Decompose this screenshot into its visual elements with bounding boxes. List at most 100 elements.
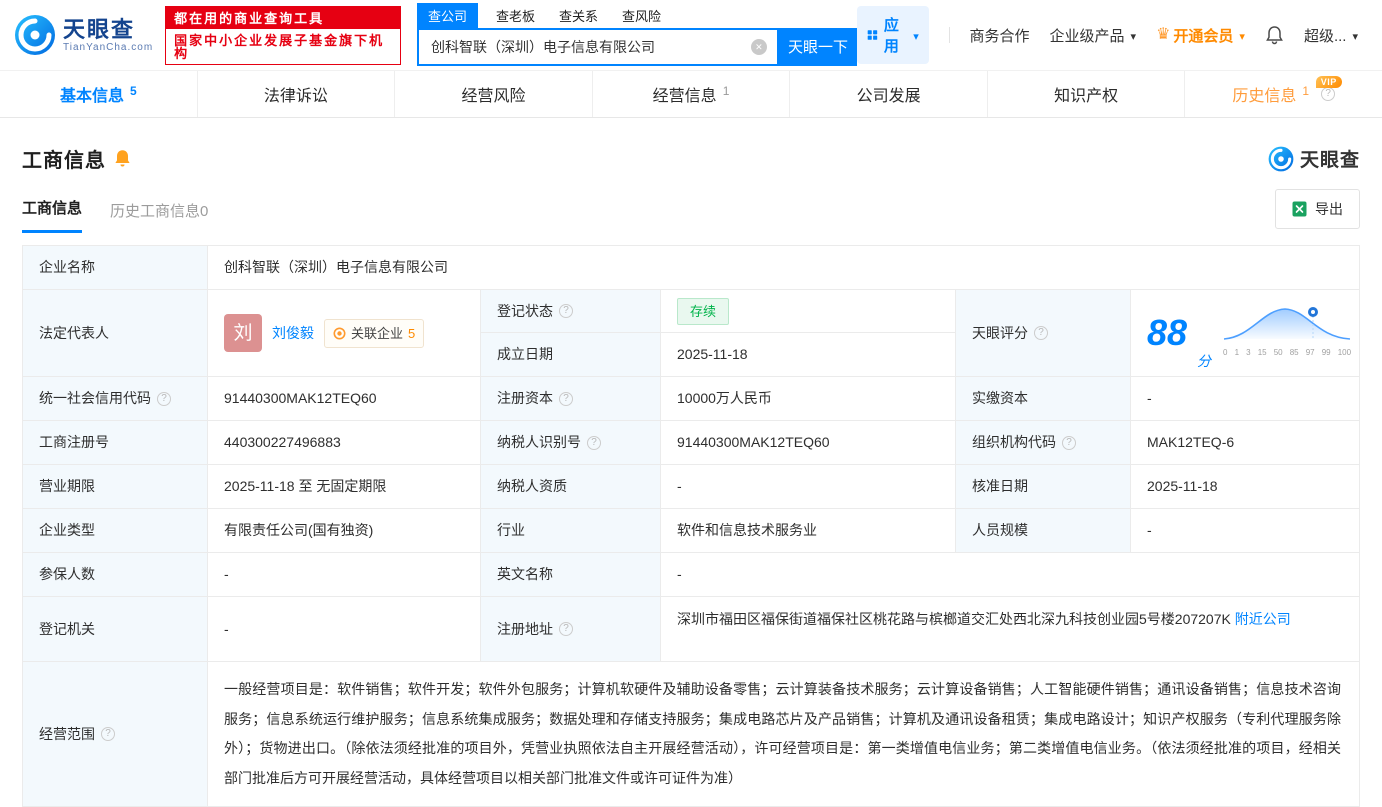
search-tab-relation[interactable]: 查关系 [559,6,598,25]
tab-count: 5 [129,83,137,98]
english-name-value: - [677,566,682,582]
legal-rep-link[interactable]: 刘俊毅 [272,323,314,344]
help-icon[interactable] [587,435,601,450]
tab-count: 1 [722,83,730,98]
business-term-value: 2025-11-18 至 无固定期限 [208,465,481,508]
field-label: 法定代表人 [23,290,208,376]
field-label: 纳税人识别号 [481,421,661,464]
subtab-business-info[interactable]: 工商信息 [22,197,83,233]
company-name-value: 创科智联（深圳）电子信息有限公司 [224,259,448,275]
field-label: 登记状态 [481,290,661,333]
brand-domain: TianYanCha.com [63,41,154,53]
field-label: 企业类型 [23,509,208,552]
taxpayer-id-value: 91440300MAK12TEQ60 [661,421,956,464]
score-curve-icon [1223,307,1351,340]
avatar[interactable]: 刘 [224,314,262,352]
table-row: 登记机关 - 注册地址 深圳市福田区福保街道福保社区桃花路与槟榔道交汇处西北深九… [23,597,1359,662]
axis-tick: 0 [1223,348,1228,357]
tab-company-development[interactable]: 公司发展 [790,71,988,117]
menu-super-label: 超级... [1303,27,1347,45]
help-icon[interactable] [1321,87,1336,101]
chevron-down-icon [1352,27,1358,44]
help-icon[interactable] [1062,435,1076,450]
tab-label: 经营信息 [652,88,717,105]
field-label: 英文名称 [481,553,661,596]
axis-tick: 3 [1246,348,1251,357]
reg-address-label: 注册地址 [497,620,553,637]
search-button[interactable]: 天眼一下 [778,27,857,66]
clear-icon[interactable] [750,38,767,55]
menu-cooperation[interactable]: 商务合作 [970,25,1030,46]
section-title: 工商信息 [22,150,106,172]
related-icon [333,327,346,339]
search-box [416,27,779,66]
menu-super-vip[interactable]: 超级... [1304,25,1358,46]
grid-icon [867,30,878,40]
tab-legal-litigation[interactable]: 法律诉讼 [198,71,396,117]
axis-tick: 1 [1234,348,1240,357]
score-chart: 0 1 3 15 50 85 97 99 100 [1221,303,1353,363]
axis-tick: 15 [1257,348,1267,357]
top-menu: 应用 商务合作 企业级产品 开通会员 超级... [856,6,1358,64]
axis-tick: 97 [1305,348,1315,357]
excel-icon [1292,201,1307,217]
tianyancha-logo[interactable]: 天眼查 TianYanCha.com [14,14,153,56]
tab-operation-info[interactable]: 经营信息 1 [593,71,791,117]
credit-code-value: 91440300MAK12TEQ60 [208,377,481,420]
nearby-companies-link[interactable]: 附近公司 [1235,611,1291,627]
tab-label: 历史信息 [1232,88,1297,105]
crown-icon [1156,27,1170,43]
tab-history-info[interactable]: VIP 历史信息 1 [1185,71,1382,117]
field-label: 注册地址 [481,597,661,661]
company-nav-tabs: 基本信息 5 法律诉讼 经营风险 经营信息 1 公司发展 知识产权 VIP 历史… [0,70,1382,118]
table-row: 统一社会信用代码 91440300MAK12TEQ60 注册资本 10000万人… [23,377,1359,421]
company-type-value: 有限责任公司(国有独资) [208,509,481,552]
reg-status-cell: 存续 [661,290,956,333]
field-label: 登记机关 [23,597,208,661]
search-tab-boss[interactable]: 查老板 [496,6,535,25]
tab-label: 经营风险 [461,88,526,105]
apps-menu[interactable]: 应用 [856,6,929,64]
org-code-value: MAK12TEQ-6 [1147,434,1235,450]
related-companies-badge[interactable]: 关联企业 5 [324,318,425,348]
menu-open-vip[interactable]: 开通会员 [1156,25,1245,46]
related-label: 关联企业 [351,325,404,341]
menu-enterprise-label: 企业级产品 [1049,27,1125,45]
help-icon[interactable] [559,391,573,406]
field-label: 工商注册号 [23,421,208,464]
help-icon[interactable] [559,622,573,636]
help-icon[interactable] [1034,326,1048,340]
axis-tick: 50 [1273,348,1283,357]
search-row: 天眼一下 [416,27,857,66]
search-tab-company[interactable]: 查公司 [416,3,478,28]
help-icon[interactable] [157,391,171,406]
reg-authority-value: - [208,597,481,661]
score-axis: 0 1 3 15 50 85 97 99 100 [1221,341,1353,363]
field-label: 企业名称 [23,246,208,289]
help-icon[interactable] [101,727,115,741]
taxpayer-qualification-value: - [661,465,956,508]
field-label: 注册资本 [481,377,661,420]
field-label: 成立日期 [481,333,661,376]
tab-basic-info[interactable]: 基本信息 5 [0,71,198,117]
chevron-down-icon [1239,27,1245,44]
subtab-history-business-info[interactable]: 历史工商信息0 [110,200,208,233]
tab-operation-risk[interactable]: 经营风险 [395,71,593,117]
field-label: 组织机构代码 [956,421,1131,464]
tab-intellectual-property[interactable]: 知识产权 [988,71,1186,117]
subscribe-bell-icon[interactable] [114,149,131,168]
export-button[interactable]: 导出 [1275,189,1360,229]
search-input[interactable] [418,38,751,55]
notification-bell-icon[interactable] [1265,25,1284,45]
export-label: 导出 [1315,201,1343,217]
taxpayer-id-label: 纳税人识别号 [497,434,581,450]
chevron-down-icon [913,27,919,44]
menu-enterprise-product[interactable]: 企业级产品 [1050,25,1137,46]
field-label: 纳税人资质 [481,465,661,508]
slogan-line1: 都在用的商业查询工具 [166,6,400,29]
approval-date-value: 2025-11-18 [1147,478,1218,494]
search-tab-risk[interactable]: 查风险 [622,6,661,25]
top-header: 天眼查 TianYanCha.com 都在用的商业查询工具 国家中小企业发展子基… [0,0,1382,70]
help-icon[interactable] [559,304,573,318]
field-label: 天眼评分 [956,290,1131,376]
